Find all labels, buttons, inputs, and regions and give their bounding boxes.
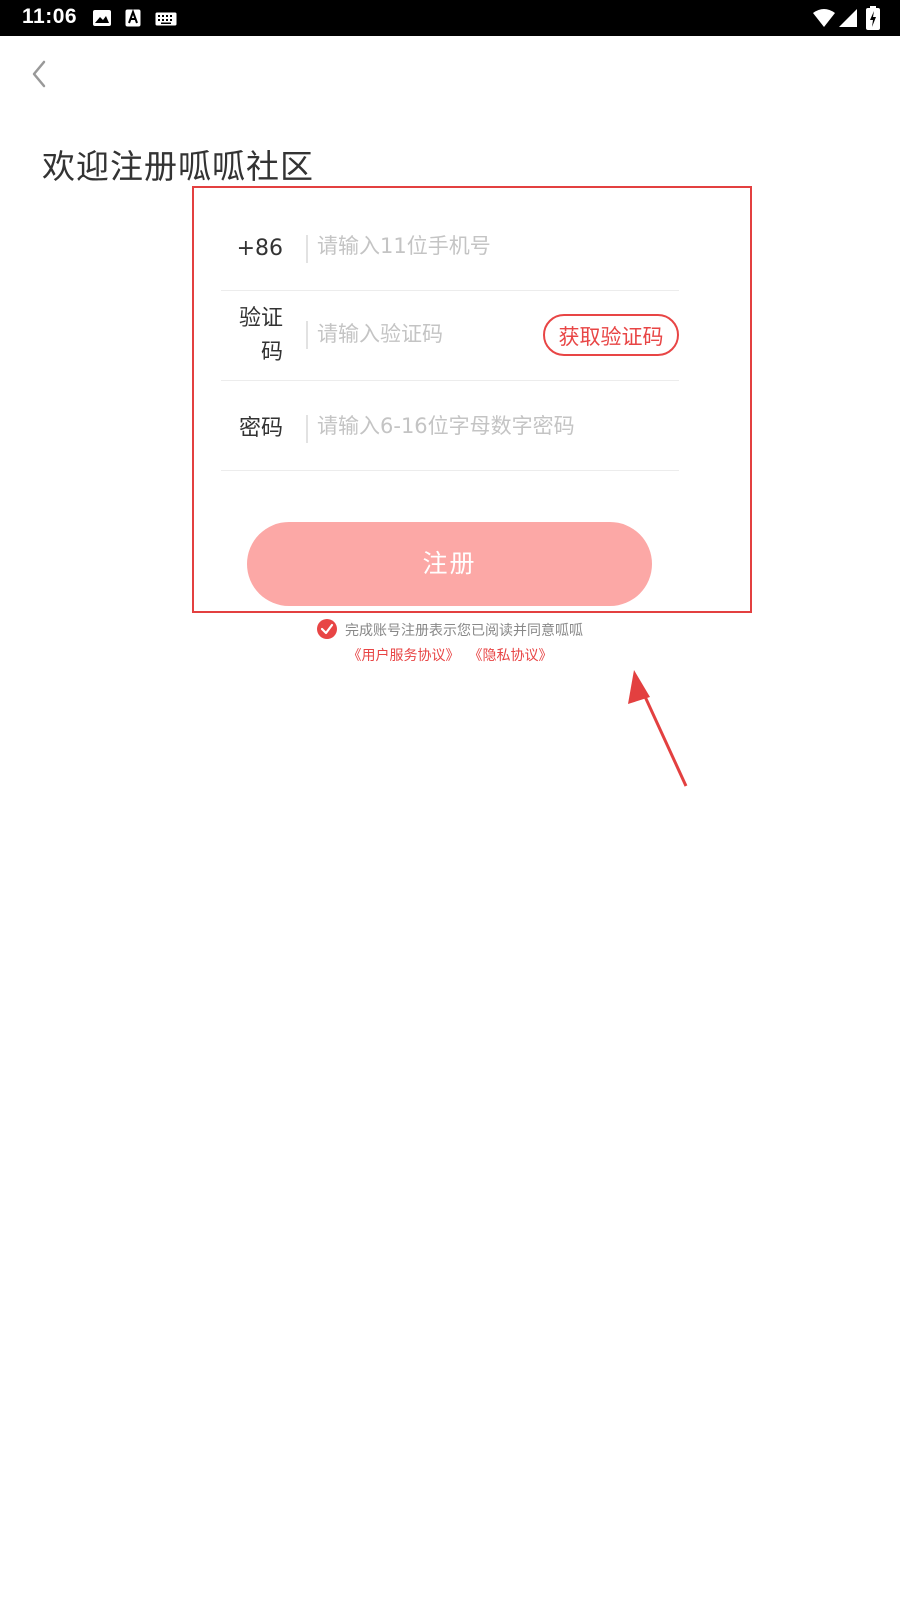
field-divider — [306, 321, 308, 349]
agreement: 完成账号注册表示您已阅读并同意呱呱 《用户服务协议》 《隐私协议》 — [0, 619, 900, 665]
text-icon — [125, 9, 141, 31]
page-title: 欢迎注册呱呱社区 — [42, 147, 314, 186]
code-label: 验证码 — [238, 306, 283, 365]
image-icon — [92, 9, 112, 31]
field-divider — [306, 415, 308, 443]
password-input[interactable] — [317, 414, 667, 438]
code-row: 验证码 获取验证码 — [221, 290, 679, 381]
keyboard-icon — [155, 11, 177, 30]
back-button[interactable] — [24, 54, 54, 94]
phone-row: +86 — [221, 200, 679, 291]
code-input[interactable] — [317, 322, 527, 346]
agreement-checkbox[interactable] — [317, 619, 337, 639]
register-button[interactable]: 注册 — [247, 522, 652, 606]
privacy-agreement-link[interactable]: 《隐私协议》 — [476, 648, 553, 664]
status-bar: 11:06 — [0, 0, 900, 36]
user-agreement-link[interactable]: 《用户服务协议》 — [348, 648, 460, 664]
signal-icon — [838, 8, 858, 32]
wifi-icon — [812, 8, 836, 32]
check-icon — [320, 623, 334, 635]
agreement-text: 完成账号注册表示您已阅读并同意呱呱 — [345, 623, 583, 639]
chevron-left-icon — [32, 60, 46, 88]
phone-input[interactable] — [317, 234, 657, 258]
password-row: 密码 — [221, 380, 679, 471]
country-code[interactable]: +86 — [183, 232, 283, 266]
field-divider — [306, 235, 308, 263]
get-code-button[interactable]: 获取验证码 — [543, 314, 679, 356]
password-label: 密码 — [238, 416, 283, 441]
status-time: 11:06 — [22, 5, 78, 28]
battery-icon — [866, 6, 880, 34]
